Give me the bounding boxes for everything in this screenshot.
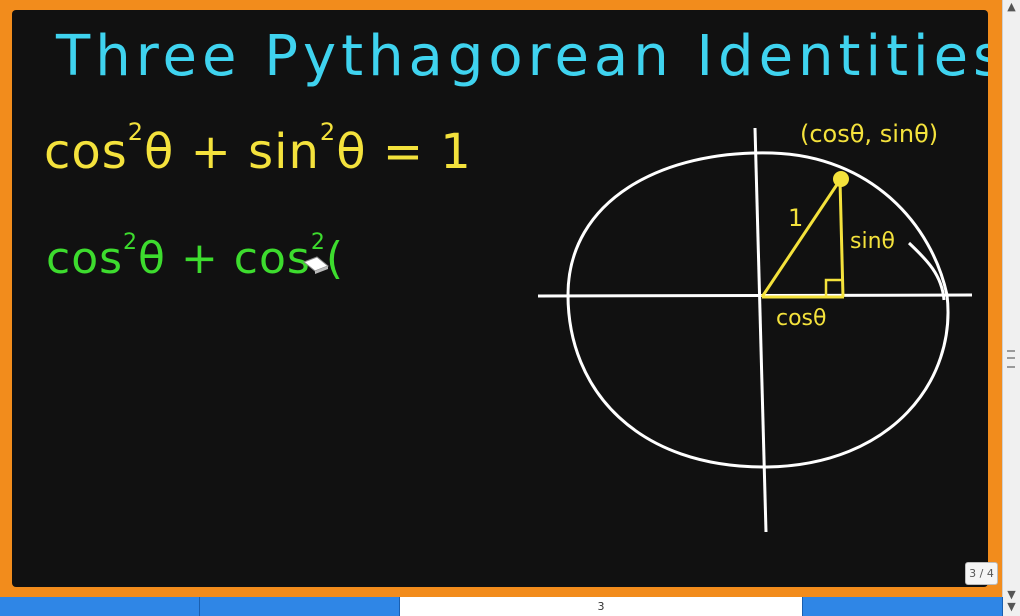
x-axis (537, 293, 973, 298)
page-counter: 3 / 4 (965, 562, 998, 585)
board-frame: Three Pythagorean Identities cos2θ + sin… (0, 0, 1003, 597)
point-on-circle (833, 171, 849, 187)
vertical-scrollbar[interactable]: ▲ ▼ ▼ (1002, 0, 1020, 616)
adjacent-label: cosθ (776, 306, 826, 331)
scroll-up-icon[interactable]: ▲ (1006, 1, 1017, 13)
scroll-end-icon[interactable]: ▼ (1006, 601, 1017, 613)
hypotenuse-label: 1 (788, 204, 803, 232)
page-tab-4[interactable] (803, 597, 1003, 616)
point-label: (cosθ, sinθ) (800, 120, 938, 148)
chalkboard: Three Pythagorean Identities cos2θ + sin… (12, 10, 988, 587)
eraser-cursor-icon (303, 256, 329, 274)
page-tab-2[interactable] (200, 597, 400, 616)
unit-circle-diagram: (cosθ, sinθ) 1 sinθ cosθ (303, 120, 973, 533)
page-navigation-bar: 3 (0, 597, 1003, 616)
page-tab-1[interactable] (0, 597, 200, 616)
scroll-grip-icon[interactable] (1007, 350, 1015, 368)
page-tab-3[interactable]: 3 (400, 597, 803, 616)
y-axis (753, 127, 768, 533)
opposite-label: sinθ (850, 229, 895, 254)
